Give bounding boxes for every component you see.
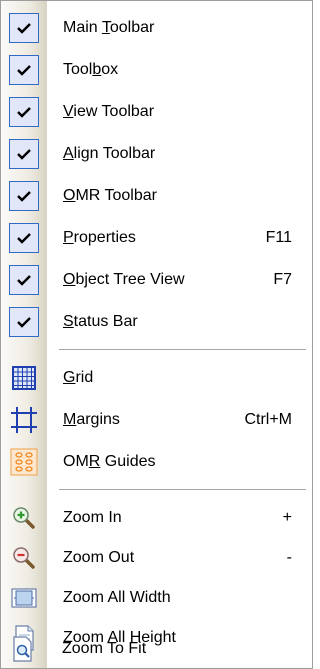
menu-item-zoom-all-width[interactable]: Zoom All Width: [1, 579, 312, 617]
check-icon: [9, 265, 39, 295]
menu-item-align-toolbar[interactable]: Align Toolbar: [1, 135, 312, 173]
menu-item-main-toolbar[interactable]: Main Toolbar: [1, 9, 312, 47]
menu-item-properties[interactable]: Properties F11: [1, 219, 312, 257]
menu-item-label: Toolbox: [63, 61, 119, 78]
menu-item-shortcut: F7: [273, 271, 292, 288]
menu-item-label: Align Toolbar: [63, 145, 156, 162]
check-icon: [9, 181, 39, 211]
view-context-menu: Main Toolbar Toolbox View Toolbar Align …: [0, 0, 313, 669]
menu-separator: [59, 349, 306, 351]
menu-item-toolbox[interactable]: Toolbox: [1, 51, 312, 89]
menu-item-object-tree-view[interactable]: Object Tree View F7: [1, 261, 312, 299]
check-icon: [9, 139, 39, 169]
menu-item-zoom-in[interactable]: Zoom In +: [1, 499, 312, 537]
menu-item-label: OMR Toolbar: [63, 187, 157, 204]
menu-item-shortcut: Ctrl+M: [244, 411, 292, 428]
menu-item-label: Zoom All Width: [63, 589, 171, 606]
menu-item-view-toolbar[interactable]: View Toolbar: [1, 93, 312, 131]
check-icon: [9, 307, 39, 337]
menu-item-shortcut: F11: [265, 229, 292, 246]
menu-item-label: Object Tree View: [63, 271, 185, 288]
menu-item-label: Zoom In: [63, 509, 122, 526]
menu-item-zoom-out[interactable]: Zoom Out -: [1, 539, 312, 577]
menu-item-label: Margins: [63, 411, 120, 428]
menu-item-label: Grid: [63, 369, 94, 386]
menu-item-status-bar[interactable]: Status Bar: [1, 303, 312, 341]
zoom-in-icon: [12, 506, 36, 530]
zoom-out-icon: [12, 546, 36, 570]
menu-item-label: Zoom Out: [63, 549, 135, 566]
menu-item-margins[interactable]: Margins Ctrl+M: [1, 401, 312, 439]
menu-item-shortcut: -: [286, 549, 292, 566]
margins-icon: [10, 406, 38, 434]
menu-separator: [59, 489, 306, 491]
menu-item-shortcut: +: [282, 509, 292, 526]
zoom-all-width-icon: [11, 587, 37, 609]
check-icon: [9, 97, 39, 127]
menu-item-label: View Toolbar: [63, 103, 155, 120]
check-icon: [9, 13, 39, 43]
menu-item-label: Zoom To Fit: [62, 640, 147, 657]
check-icon: [9, 55, 39, 85]
menu-item-label: Status Bar: [63, 313, 138, 330]
menu-item-label: OMR Guides: [63, 453, 156, 470]
menu-item-omr-toolbar[interactable]: OMR Toolbar: [1, 177, 312, 215]
menu-item-omr-guides[interactable]: OMR Guides: [1, 443, 312, 481]
menu-item-label: Properties: [63, 229, 136, 246]
menu-item-zoom-to-fit[interactable]: Zoom To Fit: [0, 630, 313, 668]
menu-item-grid[interactable]: Grid: [1, 359, 312, 397]
menu-item-label: Main Toolbar: [63, 19, 155, 36]
omr-guides-icon: [10, 448, 38, 476]
zoom-to-fit-icon: [11, 636, 35, 662]
grid-icon: [11, 365, 37, 391]
check-icon: [9, 223, 39, 253]
